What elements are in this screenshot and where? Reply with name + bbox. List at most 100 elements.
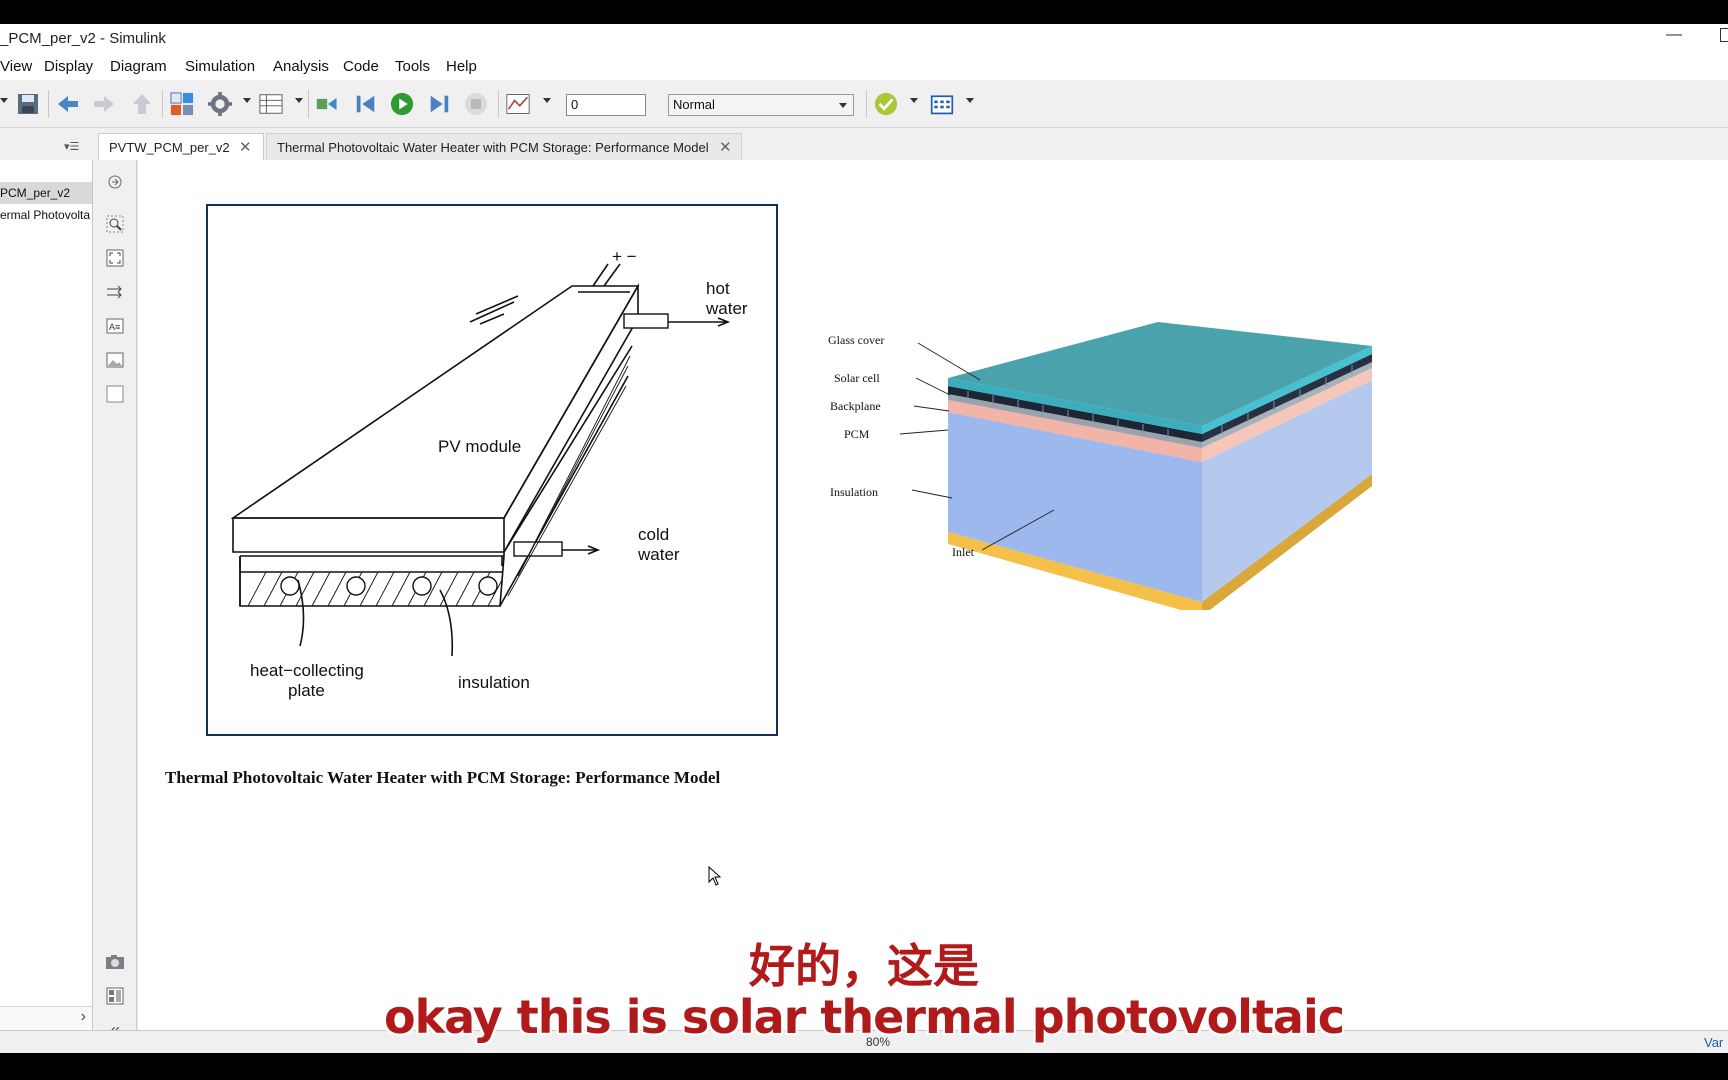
svg-text:A≡: A≡ <box>109 322 120 332</box>
screen-bottom-bar <box>0 1053 1728 1080</box>
stop-icon <box>465 93 487 115</box>
subtitle-chinese: 好的，这是 <box>749 939 979 993</box>
backplane-label: Backplane <box>830 399 881 413</box>
menu-analysis[interactable]: Analysis <box>273 58 329 75</box>
chevron-down-icon[interactable] <box>910 98 918 103</box>
chevron-down-icon[interactable] <box>543 98 551 103</box>
step-back-icon <box>356 95 375 113</box>
menu-bar: View Display Diagram Simulation Analysis… <box>0 54 1728 80</box>
gear-icon <box>208 92 232 116</box>
chevron-down-icon[interactable] <box>966 98 974 103</box>
browser-item-model[interactable]: PCM_per_v2 <box>0 182 92 204</box>
glass-cover-label: Glass cover <box>828 333 884 347</box>
plate-label: plate <box>288 681 325 700</box>
minimize-button[interactable]: — <box>1666 26 1682 44</box>
table-icon <box>259 94 283 114</box>
pv-module-image-block[interactable]: + − hot water PV module cold water heat−… <box>206 204 778 736</box>
model-explorer-button[interactable] <box>259 92 283 116</box>
chevron-down-icon[interactable] <box>243 98 251 103</box>
simulation-mode-value: Normal <box>673 97 715 112</box>
cold-water-label: water <box>637 545 680 564</box>
chart-icon <box>506 94 530 114</box>
calendar-icon <box>930 95 954 115</box>
model-caption[interactable]: Thermal Photovoltaic Water Heater with P… <box>165 768 720 788</box>
insulation-layer-label: Insulation <box>830 485 878 499</box>
library-icon <box>170 92 194 116</box>
hide-panel-button[interactable] <box>105 172 125 192</box>
chevron-down-icon[interactable] <box>0 98 8 103</box>
menu-diagram[interactable]: Diagram <box>110 58 167 75</box>
simulation-mode-select[interactable]: Normal <box>668 94 854 116</box>
schedule-editor-button[interactable] <box>930 92 954 116</box>
mouse-cursor-icon <box>708 866 722 886</box>
area-button[interactable] <box>105 384 125 404</box>
pv-module-diagram: + − hot water PV module cold water heat−… <box>230 247 748 700</box>
tab-model-label: PVTW_PCM_per_v2 <box>109 140 230 155</box>
expand-icon <box>106 249 124 267</box>
arrow-up-icon <box>133 94 151 114</box>
inlet-label: Inlet <box>952 545 975 559</box>
simulink-window: _PCM_per_v2 - Simulink — View Display Di… <box>0 24 1728 1053</box>
menu-view[interactable]: View <box>0 58 32 75</box>
chevron-down-icon[interactable] <box>295 98 303 103</box>
zoom-in-button[interactable] <box>105 214 125 234</box>
arrows-right-icon <box>107 285 122 299</box>
menu-help[interactable]: Help <box>446 58 477 75</box>
pcm-label: PCM <box>844 427 870 441</box>
fit-to-view-button[interactable] <box>105 248 125 268</box>
save-icon <box>18 94 38 114</box>
refresh-icon <box>316 98 337 110</box>
step-forward-button[interactable] <box>427 92 451 116</box>
arrow-circle-icon <box>108 175 122 189</box>
arrow-right-icon <box>94 96 114 112</box>
menu-tools[interactable]: Tools <box>395 58 430 75</box>
annotation-button[interactable]: A≡ <box>105 316 125 336</box>
cold-label: cold <box>638 525 669 544</box>
zoom-icon <box>106 215 124 233</box>
update-diagram-button[interactable] <box>316 92 340 116</box>
model-advisor-button[interactable] <box>874 92 898 116</box>
terminal-label: + − <box>612 247 637 266</box>
image-icon <box>106 352 124 368</box>
browser-item-subsystem[interactable]: ermal Photovolta <box>0 204 92 226</box>
tool-palette: A≡ « <box>93 160 137 1053</box>
forward-button[interactable] <box>92 92 116 116</box>
tab-model[interactable]: PVTW_PCM_per_v2 ✕ <box>98 133 264 160</box>
menu-display[interactable]: Display <box>44 58 93 75</box>
panel-menu-icon[interactable]: ▾☰ <box>64 140 79 153</box>
menu-simulation[interactable]: Simulation <box>185 58 255 75</box>
tab-subsystem[interactable]: Thermal Photovoltaic Water Heater with P… <box>266 133 742 160</box>
stop-time-input[interactable]: 0 <box>566 94 646 116</box>
toolbar: 0 Normal <box>0 80 1728 128</box>
step-back-button[interactable] <box>354 92 378 116</box>
up-button[interactable] <box>130 92 154 116</box>
insulation-label: insulation <box>458 673 530 692</box>
tab-bar: ▾☰ PVTW_PCM_per_v2 ✕ Thermal Photovoltai… <box>0 128 1728 160</box>
subtitle-english: okay this is solar thermal photovoltaic <box>383 990 1345 1044</box>
check-icon <box>874 92 898 116</box>
heat-collecting-label: heat−collecting <box>250 661 364 680</box>
model-browser: PCM_per_v2 ermal Photovolta › <box>0 160 93 1030</box>
signal-line-button[interactable] <box>105 282 125 302</box>
image-button[interactable] <box>105 350 125 370</box>
library-browser-button[interactable] <box>170 92 194 116</box>
run-button[interactable] <box>390 92 414 116</box>
title-bar: _PCM_per_v2 - Simulink — <box>0 24 1728 54</box>
stop-button[interactable] <box>464 92 488 116</box>
chevron-down-icon <box>839 103 847 108</box>
diagram-canvas[interactable]: + − hot water PV module cold water heat−… <box>138 160 1728 1030</box>
maximize-button[interactable] <box>1720 28 1728 42</box>
model-settings-button[interactable] <box>208 92 232 116</box>
save-button[interactable] <box>16 92 40 116</box>
data-inspector-button[interactable] <box>506 92 530 116</box>
arrow-left-icon <box>58 96 78 112</box>
close-icon[interactable]: ✕ <box>239 138 252 156</box>
hot-water-label: water <box>705 299 748 318</box>
close-icon[interactable]: ✕ <box>719 138 732 156</box>
back-button[interactable] <box>56 92 80 116</box>
pvt-pcm-layer-image[interactable]: Glass cover Solar cell Backplane PCM Ins… <box>828 320 1568 616</box>
solar-cell-label: Solar cell <box>834 371 880 385</box>
menu-code[interactable]: Code <box>343 58 379 75</box>
play-icon <box>390 92 414 116</box>
hot-label: hot <box>706 279 730 298</box>
